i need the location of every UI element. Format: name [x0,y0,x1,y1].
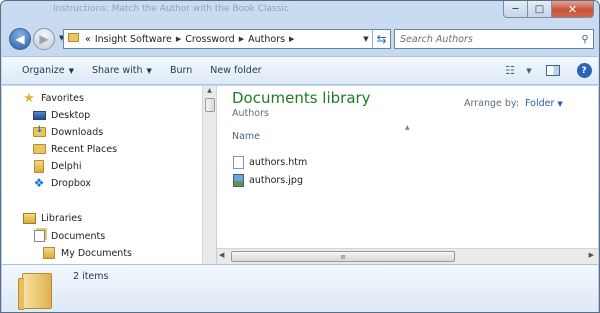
breadcrumb: « Insight Software ▶ Crossword ▶ Authors… [79,34,360,45]
breadcrumb-chevron-icon[interactable]: ▶ [287,35,296,43]
breadcrumb-insight-software[interactable]: Insight Software [93,34,174,45]
sidebar-item-desktop[interactable]: Desktop [32,107,90,123]
window-title: Instructions: Match the Author with the … [53,4,289,14]
breadcrumb-crossword[interactable]: Crossword [183,34,236,45]
recent-places-icon [32,143,46,155]
address-history-dropdown[interactable]: ▼ [360,35,372,43]
image-file-icon [233,173,244,187]
folder-icon [68,33,79,45]
back-button[interactable]: ◀ [9,28,31,50]
navigation-pane: ★ Favorites Desktop Downloads Recent Plac… [2,86,202,264]
libraries-icon [22,212,36,224]
preview-pane-button[interactable] [536,57,570,84]
sidebar-item-downloads[interactable]: Downloads [32,124,103,140]
navigation-pane-scrollbar[interactable]: ▲ [202,86,216,264]
sidebar-item-label: My Documents [61,247,133,259]
scroll-left-arrow-icon[interactable]: ◀ [219,251,224,259]
command-bar: Organize ▼ Share with ▼ Burn New folder ☷ … [2,56,598,85]
breadcrumb-authors[interactable]: Authors [246,34,287,45]
sidebar-item-documents[interactable]: Documents [32,228,105,244]
sidebar-item-label: Libraries [41,212,83,224]
view-details-icon: ☷ [505,64,515,77]
forward-button[interactable]: ▶ [33,28,55,50]
library-title: Documents library [232,89,371,107]
search-icon[interactable]: ⚲ [577,34,593,45]
scrollbar-thumb[interactable]: ≡ [231,251,455,262]
sidebar-item-dropbox[interactable]: ❖ Dropbox [32,175,91,191]
arrange-by-value: Folder [525,98,555,109]
horizontal-scrollbar[interactable]: ◀ ≡ ▶ [217,248,598,264]
scroll-up-arrow-icon[interactable]: ▲ [203,86,216,95]
documents-library-icon [32,230,46,242]
folder-icon [32,159,46,173]
scroll-grip-icon: ≡ [340,252,346,261]
file-item[interactable]: authors.htm [233,154,307,170]
file-item[interactable]: authors.jpg [233,172,303,188]
html-file-icon [233,155,244,169]
sidebar-item-label: Favorites [41,92,84,104]
help-button[interactable]: ? [570,57,598,84]
folder-icon [42,247,56,259]
dropbox-icon: ❖ [33,176,45,190]
close-button[interactable]: ✕ [552,1,594,18]
breadcrumb-chevron-icon[interactable]: ▶ [174,35,183,43]
search-input[interactable] [400,33,577,45]
forward-arrow-icon: ▶ [39,32,49,46]
maximize-button[interactable]: □ [528,1,552,18]
sidebar-item-label: Documents [51,230,106,242]
chevron-down-icon: ▼ [68,66,74,75]
sidebar-item-favorites[interactable]: ★ Favorites [22,90,84,106]
downloads-icon [32,125,46,138]
explorer-window: Instructions: Match the Author with the … [0,0,600,313]
chevron-down-icon: ▼ [526,66,532,75]
share-with-label: Share with [91,65,143,76]
share-with-button[interactable]: Share with ▼ [83,57,161,84]
file-name: authors.jpg [249,174,303,186]
help-icon: ? [576,63,592,78]
sidebar-item-label: Downloads [51,126,104,138]
file-view: Documents library Authors Arrange by: Fo… [217,86,598,248]
burn-button[interactable]: Burn [161,57,201,84]
organize-button[interactable]: Organize ▼ [2,57,83,84]
sidebar-item-libraries[interactable]: Libraries [22,210,82,226]
arrange-by-dropdown[interactable]: Folder ▼ [525,98,563,109]
item-count: 2 items [73,271,109,282]
sidebar-item-label: Desktop [51,109,91,121]
sidebar-item-label: Recent Places [51,143,118,155]
organize-label: Organize [22,65,65,76]
desktop-icon [32,109,46,121]
folder-icon [18,273,52,310]
arrange-by-label: Arrange by: [464,98,520,109]
sort-ascending-icon: ▲ [405,124,410,131]
column-header-name[interactable]: Name [232,131,260,142]
sidebar-item-recent-places[interactable]: Recent Places [32,141,117,157]
sidebar-item-delphi[interactable]: Delphi [32,158,82,174]
preview-pane-icon [546,65,560,76]
view-controls: ☷ ▼ ? [498,57,598,84]
address-bar[interactable]: « Insight Software ▶ Crossword ▶ Authors… [63,29,391,49]
scrollbar-thumb[interactable] [205,98,215,112]
star-icon: ★ [23,90,35,106]
caption-buttons: ─ □ ✕ [503,1,594,18]
chevron-down-icon: ▼ [146,66,152,75]
minimize-button[interactable]: ─ [503,1,528,18]
breadcrumb-chevron-icon[interactable]: ▶ [237,35,246,43]
file-name: authors.htm [249,156,308,168]
sidebar-item-label: Delphi [51,160,82,172]
details-pane: 2 items [2,264,598,312]
library-subtitle: Authors [232,108,269,119]
scroll-right-arrow-icon[interactable]: ▶ [589,251,594,259]
chevron-down-icon: ▼ [557,100,563,108]
address-controls: ▼ ⇆ [360,30,390,48]
new-folder-button[interactable]: New folder [201,57,270,84]
view-options-dropdown[interactable]: ▼ [522,57,536,84]
breadcrumb-overflow[interactable]: « [83,34,93,45]
back-arrow-icon: ◀ [15,32,25,46]
refresh-button[interactable]: ⇆ [372,30,390,48]
search-box: ⚲ [394,29,594,49]
change-view-button[interactable]: ☷ [498,57,522,84]
refresh-icon: ⇆ [376,32,387,46]
sidebar-item-label: Dropbox [51,177,92,189]
sidebar-item-my-documents[interactable]: My Documents [42,245,132,261]
